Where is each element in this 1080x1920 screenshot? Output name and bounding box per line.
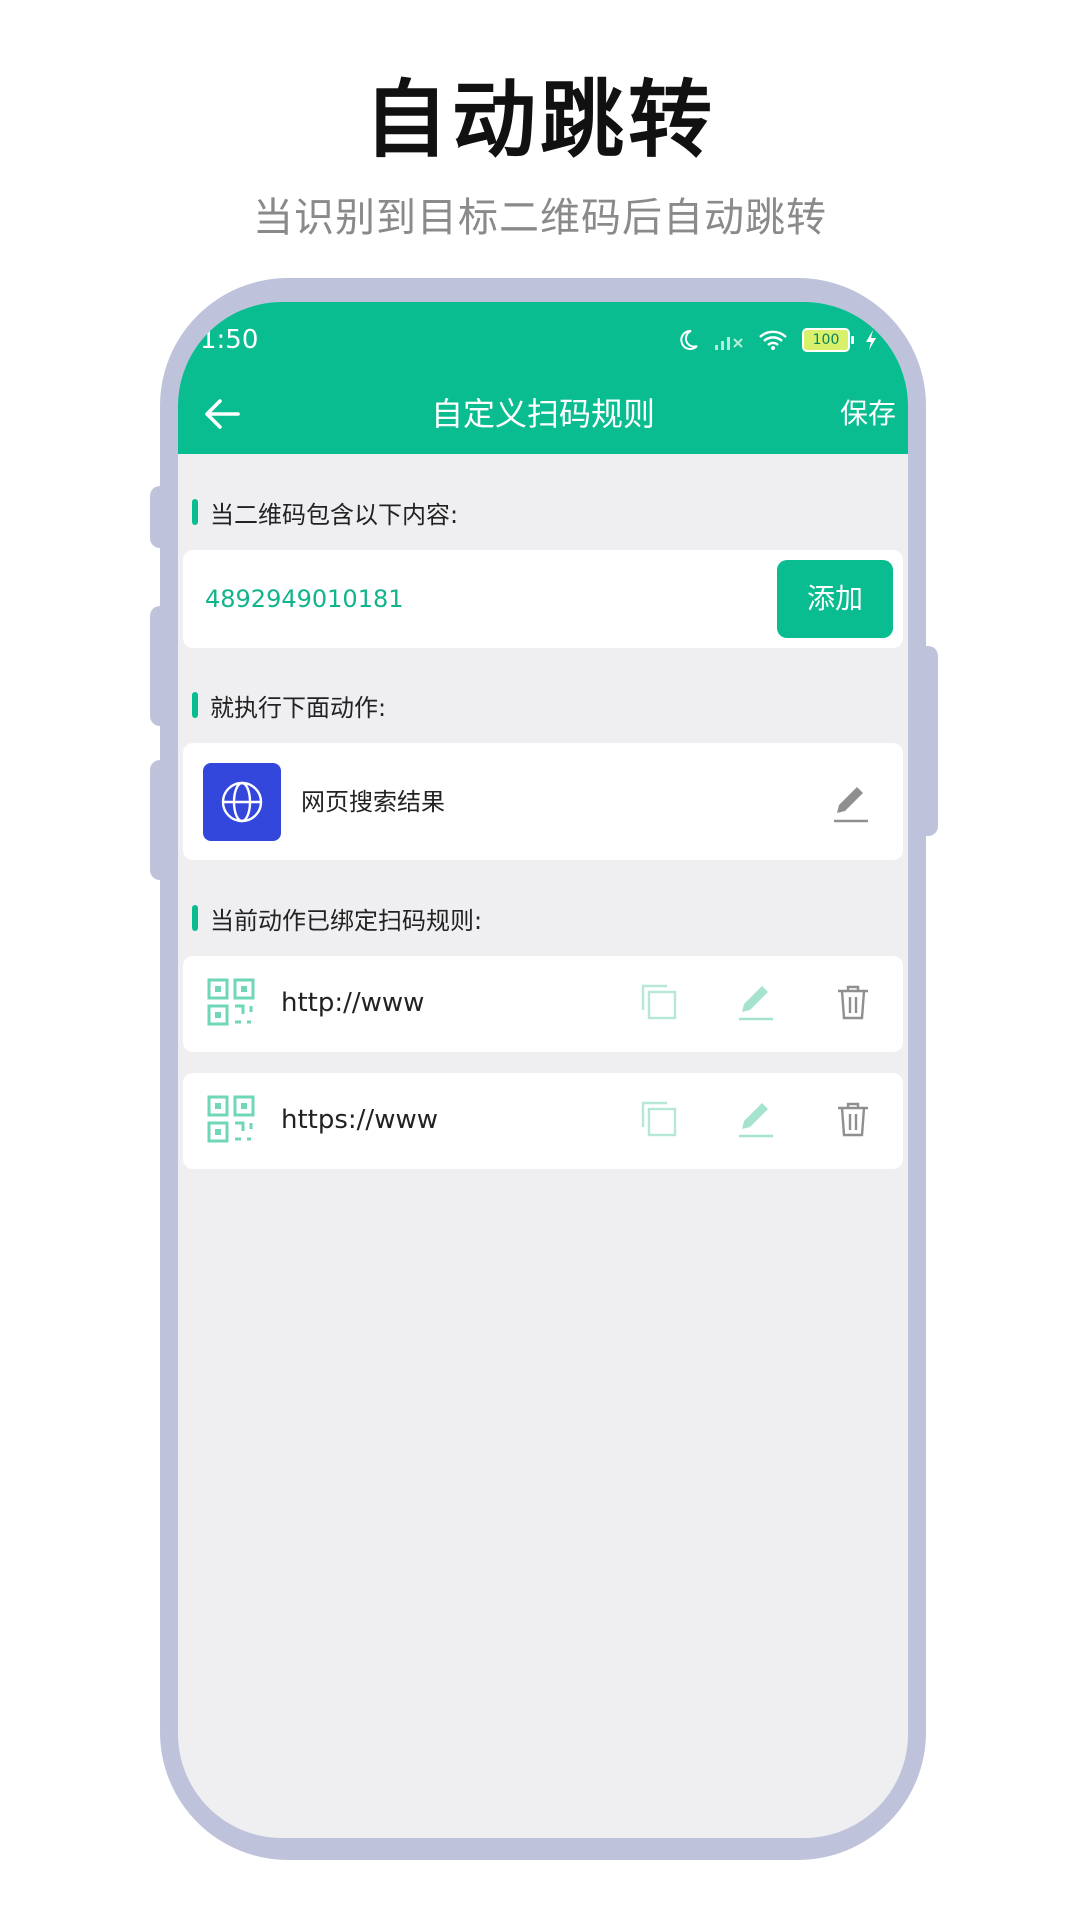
signal-off-icon — [715, 337, 743, 350]
status-time: 1:50 — [200, 325, 259, 355]
action-icon-tile — [203, 763, 281, 841]
action-label: 网页搜索结果 — [301, 788, 445, 816]
section-bound-text: 当前动作已绑定扫码规则: — [210, 906, 483, 935]
hero-subtitle: 当识别到目标二维码后自动跳转 — [253, 195, 827, 241]
section-marker — [192, 692, 198, 718]
qr-code-icon — [207, 978, 255, 1026]
section-action-label: 就执行下面动作: — [192, 685, 386, 725]
globe-icon — [221, 781, 263, 823]
page: 自动跳转 当识别到目标二维码后自动跳转 1:50 100 自定义扫码规则 保存 … — [0, 0, 1080, 1920]
edit-icon[interactable] — [736, 1099, 776, 1139]
copy-icon[interactable] — [639, 1099, 679, 1139]
section-action-text: 就执行下面动作: — [210, 693, 387, 722]
charging-icon — [866, 330, 876, 350]
rule-text: http://www — [281, 988, 425, 1018]
section-contains-label: 当二维码包含以下内容: — [192, 492, 458, 532]
status-icons: 100 — [676, 322, 878, 358]
delete-icon[interactable] — [833, 1099, 873, 1139]
rule-content-input[interactable] — [203, 574, 747, 624]
copy-icon[interactable] — [639, 982, 679, 1022]
page-title: 自定义扫码规则 — [430, 395, 655, 433]
rule-input-card: 添加 — [183, 550, 903, 648]
wifi-icon — [759, 330, 787, 350]
rule-row[interactable]: http://www — [183, 956, 903, 1052]
add-button[interactable]: 添加 — [777, 560, 893, 638]
section-contains-text: 当二维码包含以下内容: — [210, 500, 459, 529]
section-bound-label: 当前动作已绑定扫码规则: — [192, 898, 482, 938]
action-card[interactable]: 网页搜索结果 — [183, 743, 903, 860]
rule-row[interactable]: https://www — [183, 1073, 903, 1169]
hero-title: 自动跳转 — [363, 71, 716, 169]
save-button[interactable]: 保存 — [840, 384, 896, 444]
app-header: 1:50 100 自定义扫码规则 保存 — [178, 302, 908, 454]
rule-text: https://www — [281, 1105, 438, 1135]
battery-indicator: 100 — [802, 328, 854, 352]
phone-screen: 1:50 100 自定义扫码规则 保存 当二维码包含以下内容: 48929490… — [178, 302, 908, 1838]
delete-icon[interactable] — [833, 982, 873, 1022]
section-marker — [192, 499, 198, 525]
section-marker — [192, 905, 198, 931]
moon-icon — [680, 329, 698, 350]
edit-icon[interactable] — [736, 982, 776, 1022]
edit-action-icon[interactable] — [829, 781, 873, 825]
qr-code-icon — [207, 1095, 255, 1143]
